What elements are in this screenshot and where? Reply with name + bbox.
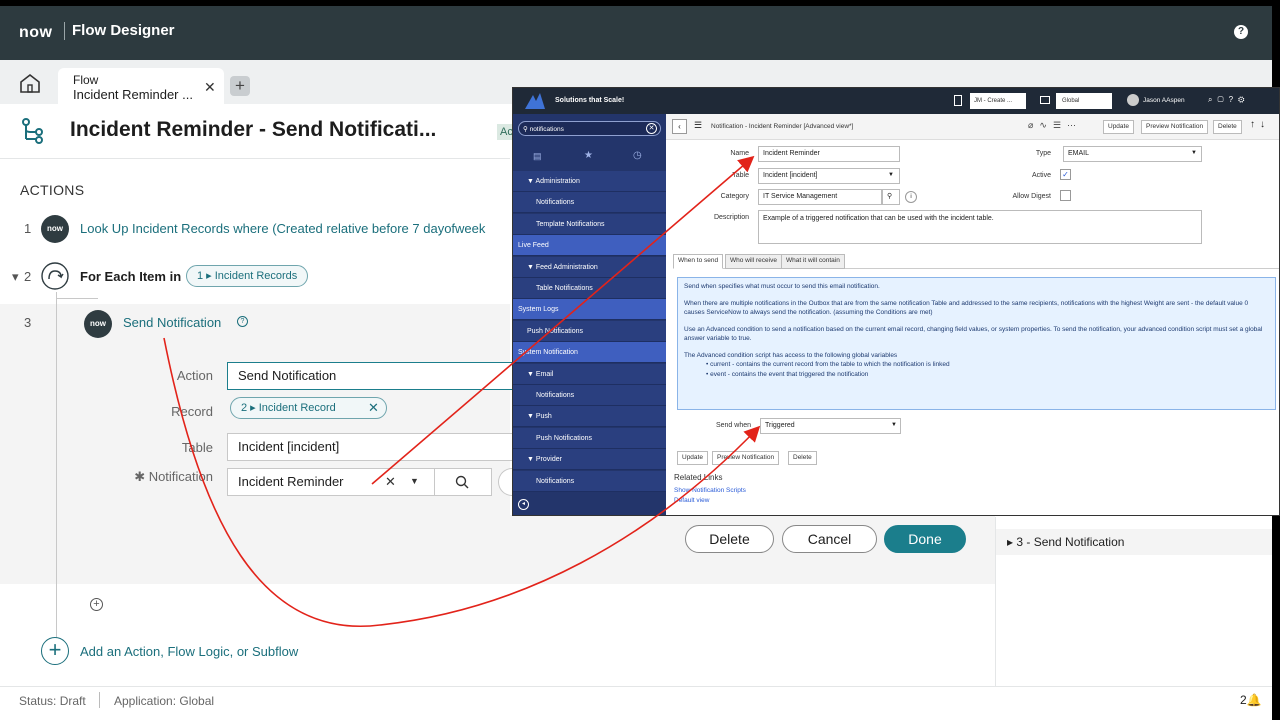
arrow-to-send-when	[163, 337, 761, 628]
arrow-to-name	[371, 155, 755, 485]
annotation-arrows	[163, 155, 761, 628]
